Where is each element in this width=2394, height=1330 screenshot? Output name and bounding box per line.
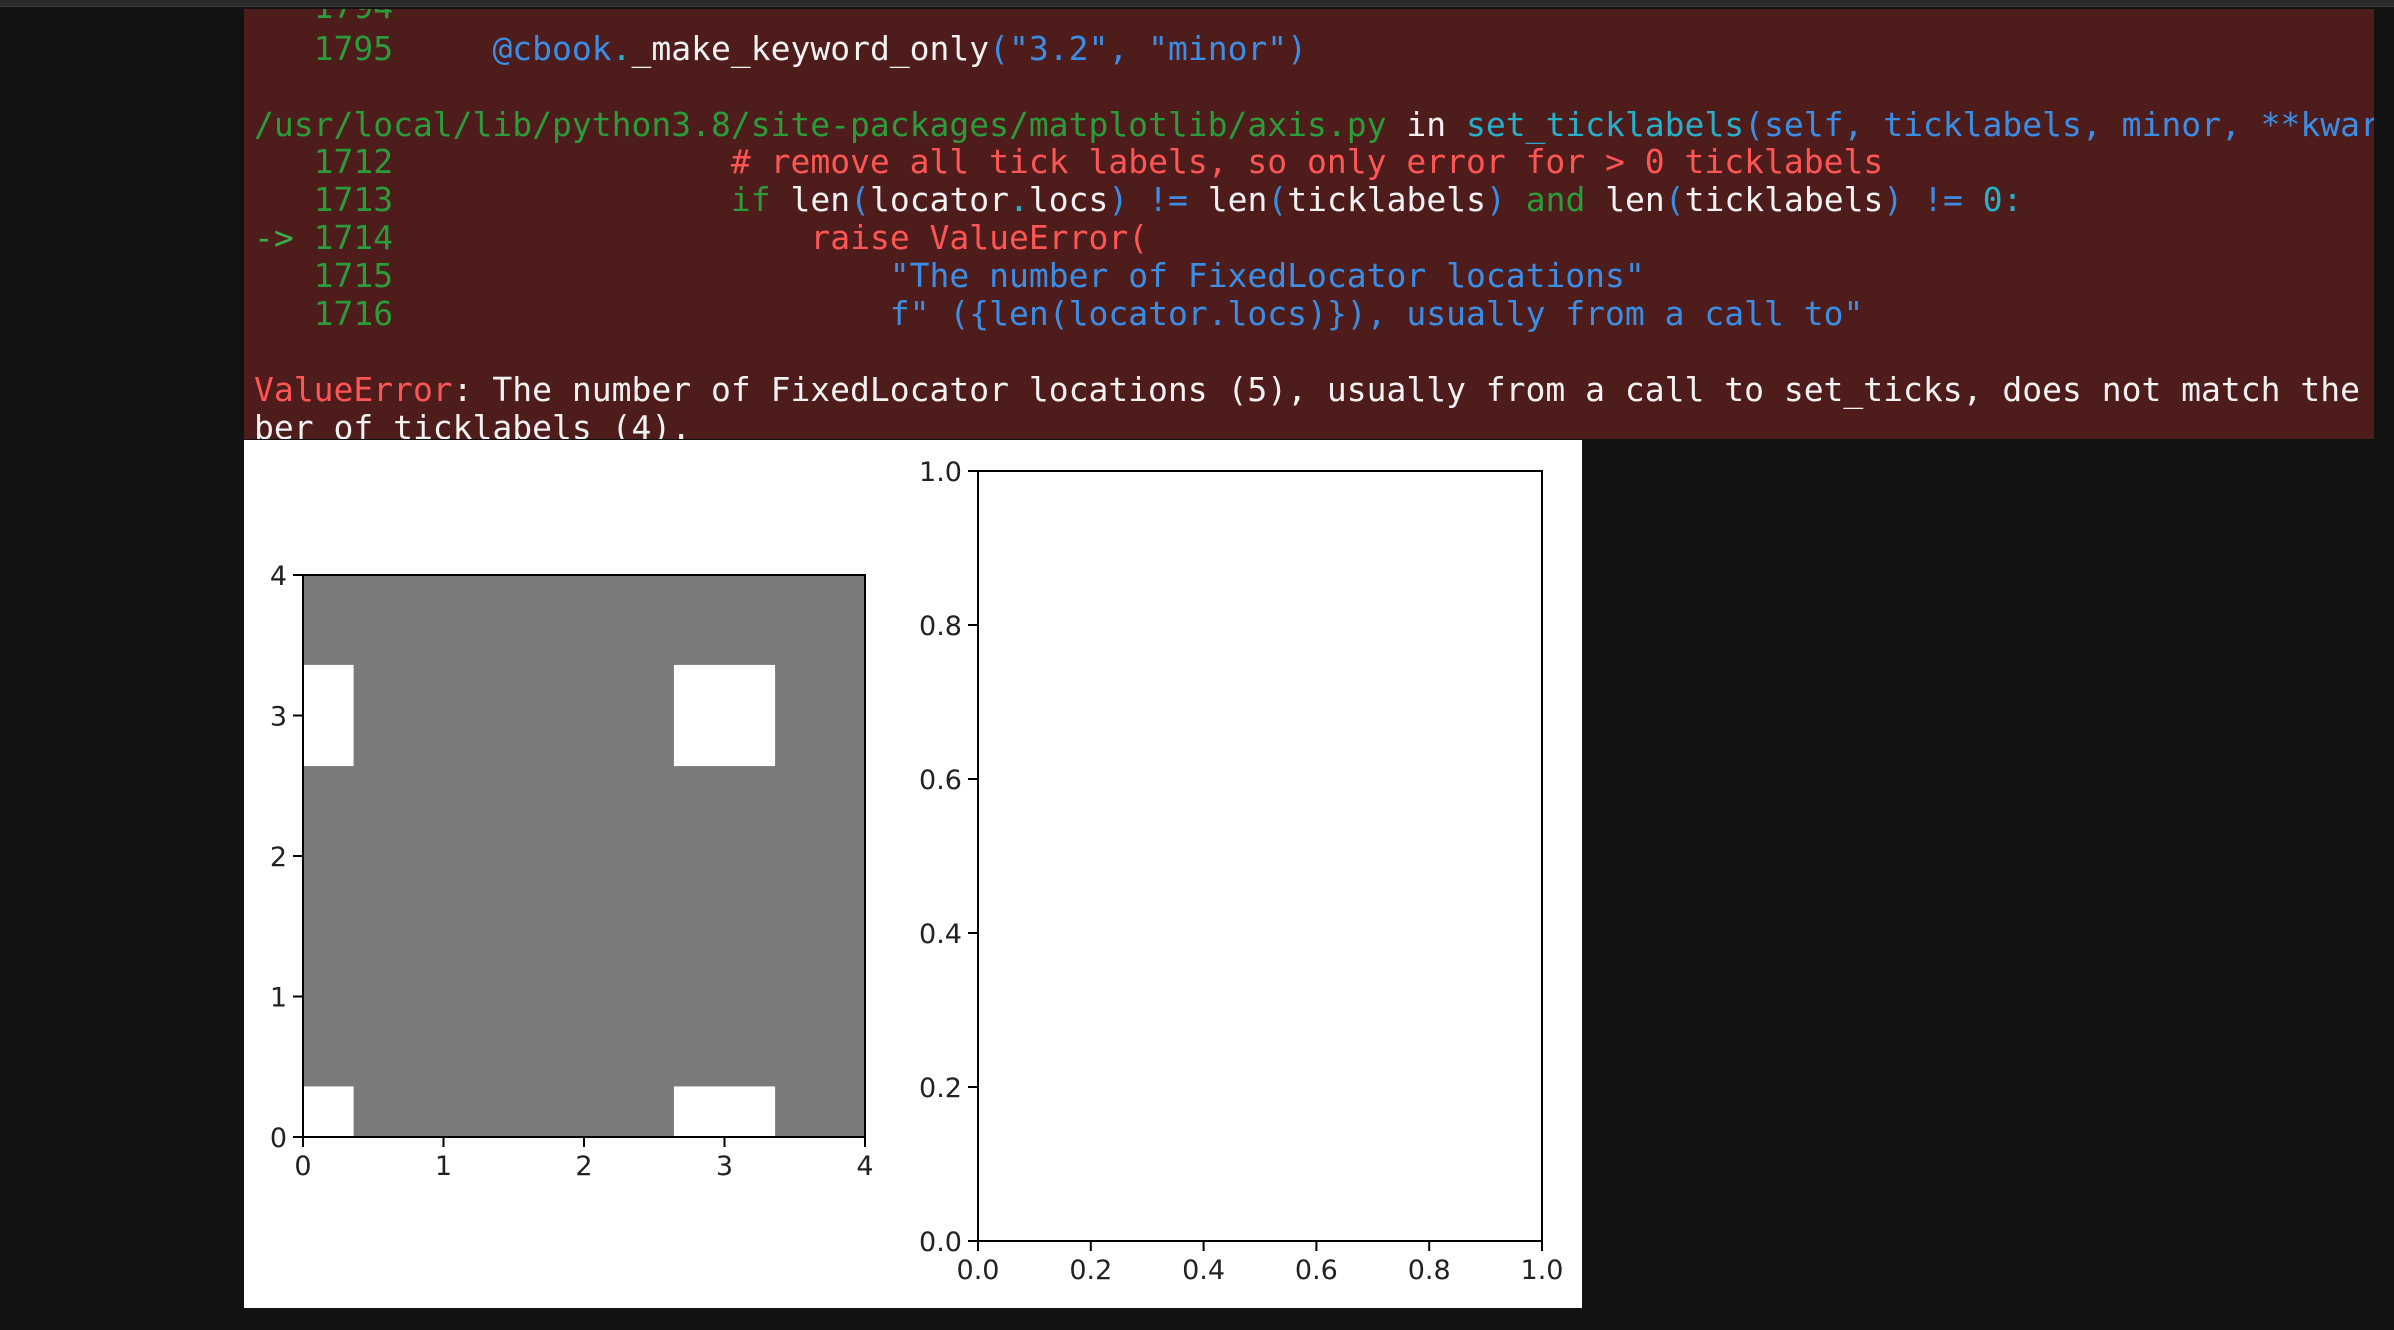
left-axes: 0 1 2 3 4 0 1 2 3 4 [270,561,874,1182]
error-message: : The number of FixedLocator locations (… [452,370,2374,409]
decorator-name: @cbook [492,29,612,68]
x-tick-label: 1.0 [1521,1255,1564,1286]
line-number: 1795 [313,29,394,68]
y-tick-label: 0.8 [919,611,962,642]
x-tick-label: 2 [575,1151,592,1182]
current-line-arrow: -> [254,218,294,257]
error-message-line-1: ValueError: The number of FixedLocator l… [254,371,2374,409]
builtin-len: len [1605,180,1665,219]
function-signature: (self, ticklabels, minor, **kwargs) [1744,105,2374,144]
function-name: set_ticklabels [1465,105,1745,144]
y-tick-label: 1.0 [919,457,962,488]
keyword-if: if [730,180,771,219]
code-identifier: locator [869,180,1010,219]
x-tick-label: 0.0 [957,1255,1000,1286]
code-string: f" ({len(locator.locs)}), usually from a… [889,294,1864,333]
trace-file-line: /usr/local/lib/python3.8/site-packages/m… [254,106,2374,144]
error-message-continued: ber of ticklabels (4). [254,408,692,440]
y-tick-label: 3 [270,702,287,733]
figure-canvas: 0 1 2 3 401234 0.0 0.2 0.4 0.6 0.8 1.00.00.20.40.… [270,457,1564,1286]
x-tick-label: 4 [856,1151,873,1182]
x-tick-label: 0.6 [1295,1255,1338,1286]
operator: != [1923,180,1963,219]
trace-line-1713: 1713 if len(locator.locs) != len(ticklab… [254,180,2023,219]
image-cell-white [673,1086,776,1137]
line-number: 1715 [313,256,394,295]
image-cell-white [303,664,354,767]
builtin-len: len [790,180,851,219]
keyword-and: and [1525,180,1586,219]
y-tick-label: 0.4 [919,919,962,950]
trace-line-1716: 1716 f" ({len(locator.locs)}), usually f… [254,294,1864,333]
trace-line-1712: 1712 # remove all tick labels, so only e… [254,142,1884,181]
error-message-line-2: ber of ticklabels (4). [254,408,692,440]
code-identifier: ticklabels [1684,180,1884,219]
matplotlib-figure: 0123401234 0.0 0.2 0.4 0.6 0.8 1.0 0.0 0.2 0.4 0.… [244,440,1582,1308]
y-tick-label: 0.6 [919,765,962,796]
code-args: ("3.2", "minor") [989,29,1308,68]
code-dot: . [611,29,632,68]
y-tick-label: 2 [270,842,287,873]
paren: ) [1485,180,1506,219]
right-axes: 0.0 0.2 0.4 0.6 0.8 1.0 0.0 0.2 0.4 0.6 0.8 1.0 [919,457,1563,1286]
paren: ) [1108,180,1129,219]
image-background [303,575,865,1137]
trace-line-cut: 1794 [254,9,393,26]
traceback-output: 1794 1795 @cbook._make_keyword_only("3.2… [244,9,2374,439]
line-number: 1716 [313,294,394,333]
code-number: 0: [1982,180,2023,219]
trace-line-1714: -> 1714 raise ValueError( [254,219,1148,257]
line-number: 1714 [313,218,394,257]
y-tick-label: 0.0 [919,1227,962,1258]
builtin-len: len [1207,180,1268,219]
trace-line-1715: 1715 "The number of FixedLocator locatio… [254,257,1645,295]
paren: ( [1267,180,1288,219]
in-keyword: in [1406,105,1447,144]
line-number: 1712 [313,142,394,181]
x-tick-label: 1 [435,1151,452,1182]
line-number: 1713 [313,180,394,219]
code-string: "The number of FixedLocator locations" [889,256,1645,295]
x-tick-label: 0.4 [1182,1255,1225,1286]
image-cell-white [673,664,776,767]
image-cell-white [303,1086,354,1137]
function-name: _make_keyword_only [631,29,990,68]
x-tick-label: 3 [716,1151,733,1182]
y-tick-label: 1 [270,983,287,1014]
paren: ( [850,180,870,219]
operator: != [1148,180,1188,219]
y-tick-label: 0 [270,1123,287,1154]
code-identifier: locs [1028,180,1109,219]
code-dot: . [1009,180,1029,219]
paren: ( [1664,180,1685,219]
y-tick-label: 0.2 [919,1073,962,1104]
paren: ) [1883,180,1904,219]
code-identifier: ticklabels [1287,180,1486,219]
line-number: 1794 [314,9,393,26]
code-comment: # remove all tick labels, so only error … [730,142,1884,181]
code-raise: raise ValueError( [810,218,1149,257]
axes-frame [977,470,1543,1242]
trace-line-1795: 1795 @cbook._make_keyword_only("3.2", "m… [254,30,1307,68]
error-type: ValueError [254,370,453,409]
x-tick-label: 0.8 [1408,1255,1451,1286]
file-path: /usr/local/lib/python3.8/site-packages/m… [254,105,1387,144]
x-tick-label: 0.2 [1069,1255,1112,1286]
window-top-border [0,0,2394,7]
x-tick-label: 0 [294,1151,311,1182]
y-tick-label: 4 [270,561,287,592]
